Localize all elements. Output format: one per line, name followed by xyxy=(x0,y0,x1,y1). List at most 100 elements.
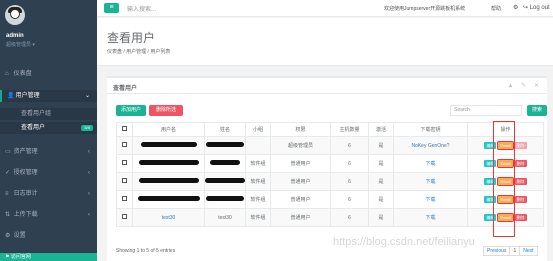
select-all-checkbox-cell[interactable] xyxy=(116,122,133,137)
delete-button[interactable]: 删除 xyxy=(514,214,527,221)
shield-icon: ✓ xyxy=(5,170,11,176)
delete-selected-button[interactable]: 删除所选 xyxy=(149,105,183,116)
sidebar-item-user-management[interactable]: 👤 用户管理 ⌄ xyxy=(0,90,97,102)
logout-link[interactable]: ↪ Log out xyxy=(523,4,550,11)
download-key-link[interactable]: NoKey GenOne? xyxy=(411,143,449,149)
avatar[interactable] xyxy=(5,5,25,25)
panel-tools-icons[interactable]: ▲ ✎ ✕ xyxy=(508,82,542,89)
table-search-input[interactable]: Search xyxy=(450,105,522,116)
redacted-name xyxy=(205,178,245,183)
page-1-button[interactable]: 1 xyxy=(510,247,521,255)
sidebar-item-audit[interactable]: ≡ 日志审计 ‹ xyxy=(0,188,97,200)
name-cell xyxy=(204,136,246,155)
user-role[interactable]: 超级管理员 ▾ xyxy=(6,41,35,48)
chevron-left-icon: ‹ xyxy=(88,191,90,197)
active-cell: 是 xyxy=(368,136,394,155)
row-checkbox[interactable] xyxy=(122,160,127,165)
sidebar-item-dashboard[interactable]: ⌂ 仪表盘 xyxy=(0,68,97,80)
role-cell: 普通用户 xyxy=(270,172,331,191)
sidebar-item-label: 用户管理 xyxy=(15,93,40,99)
download-key-link[interactable]: 下载 xyxy=(425,197,435,203)
download-key-link[interactable]: 下载 xyxy=(425,161,435,167)
col-group: 小组 xyxy=(245,122,271,137)
row-checkbox-cell[interactable] xyxy=(116,190,133,209)
group-cell xyxy=(245,136,271,155)
sidebar-subitem-label: 查看用户 xyxy=(21,125,46,131)
delete-button[interactable]: 删除 xyxy=(514,160,527,167)
sidebar: admin 超级管理员 ▾ ⌂ 仪表盘 👤 用户管理 ⌄ 查看用户组 查看用户 … xyxy=(0,0,97,261)
sidebar-subitem-users[interactable]: 查看用户 5/5 xyxy=(0,122,97,134)
desktop-icon: ▭ xyxy=(5,149,11,155)
sidebar-item-upload-download[interactable]: ⇅ 上传下载 ‹ xyxy=(0,209,97,221)
delete-button[interactable]: 删除 xyxy=(514,142,527,149)
download-key-link[interactable]: 下载 xyxy=(425,215,435,221)
help-link[interactable]: 帮助 xyxy=(491,5,501,12)
group-cell: 软件组 xyxy=(245,172,271,191)
search-button[interactable]: 搜索 xyxy=(527,105,547,116)
redacted-name xyxy=(206,142,244,147)
active-cell: 是 xyxy=(368,154,394,173)
group-cell: 软件组 xyxy=(245,208,271,227)
row-checkbox[interactable] xyxy=(122,214,127,219)
host-count-cell: 6 xyxy=(330,208,369,227)
redacted-username xyxy=(137,196,200,201)
group-cell: 软件组 xyxy=(245,190,271,209)
active-cell: 是 xyxy=(368,190,394,209)
sidebar-item-official-site[interactable]: ⚑ 访问官网 xyxy=(0,253,97,261)
row-checkbox-cell[interactable] xyxy=(116,172,133,191)
chevron-left-icon: ‹ xyxy=(88,212,90,218)
sidebar-item-permissions[interactable]: ✓ 授权管理 ‹ xyxy=(0,167,97,179)
download-key-link[interactable]: 下载 xyxy=(425,179,435,185)
gear-icon[interactable]: ⚙ xyxy=(513,4,518,11)
sidebar-item-label: 上传下载 xyxy=(13,212,38,218)
gear-icon: ⚙ xyxy=(5,233,11,239)
add-user-button[interactable]: 添加用户 xyxy=(116,105,146,116)
user-name[interactable]: admin xyxy=(6,33,24,39)
sidebar-item-label: 仪表盘 xyxy=(13,71,32,77)
redacted-username xyxy=(138,178,199,183)
row-checkbox-cell[interactable] xyxy=(116,208,133,227)
delete-button[interactable]: 删除 xyxy=(514,196,527,203)
row-checkbox[interactable] xyxy=(122,196,127,201)
email-column-highlight xyxy=(493,121,515,237)
page-header: 查看用户 仪表盘 / 用户管理 / 用户列表 xyxy=(97,18,553,66)
top-search-input[interactable]: 输入搜索... xyxy=(127,4,156,13)
sidebar-item-assets[interactable]: ▭ 资产管理 ‹ xyxy=(0,146,97,158)
sidebar-item-label: 访问官网 xyxy=(10,254,31,260)
table-row: test30 test30 软件组 普通用户 6 是下载 编辑 Email 删除 xyxy=(116,208,544,227)
name-cell: test30 xyxy=(204,208,246,227)
sidebar-item-label: 资产管理 xyxy=(13,149,38,155)
menu-toggle-button[interactable]: ≡ xyxy=(104,3,119,13)
row-checkbox[interactable] xyxy=(122,178,127,183)
next-page-button[interactable]: Next xyxy=(520,247,536,255)
row-checkbox-cell[interactable] xyxy=(116,136,133,155)
redacted-username xyxy=(138,160,199,165)
watermark: https://blog.csdn.net/feilianyu xyxy=(333,236,475,248)
host-count-cell: 6 xyxy=(330,136,369,155)
previous-page-button[interactable]: Previous xyxy=(484,247,511,255)
sidebar-item-settings[interactable]: ⚙ 设置 xyxy=(0,230,97,242)
col-name: 姓名 xyxy=(204,122,246,137)
username-link[interactable]: test30 xyxy=(162,215,176,221)
upload-icon: ⇅ xyxy=(5,212,11,218)
redacted-name xyxy=(210,160,240,165)
breadcrumb[interactable]: 仪表盘 / 用户管理 / 用户列表 xyxy=(107,48,170,55)
row-checkbox[interactable] xyxy=(122,142,127,147)
table-row: 软件组 普通用户 6 是下载 编辑 Email 删除 xyxy=(116,154,544,173)
table-row: 超级管理员 6 是 NoKey GenOne? 编辑 Email 删除 xyxy=(116,136,544,155)
row-checkbox-cell[interactable] xyxy=(116,154,133,173)
active-cell: 是 xyxy=(368,208,394,227)
select-all-checkbox[interactable] xyxy=(122,126,127,131)
delete-button[interactable]: 删除 xyxy=(514,178,527,185)
download-key-cell: 下载 xyxy=(393,154,468,173)
download-key-cell: 下载 xyxy=(393,208,468,227)
active-cell: 是 xyxy=(368,172,394,191)
sidebar-item-label: 设置 xyxy=(13,233,26,239)
top-navbar: ≡ 输入搜索... 欢迎使用Jumpserver开源跳板机系统 帮助 ⚙ ↪ L… xyxy=(97,0,553,17)
host-count-cell: 6 xyxy=(330,154,369,173)
user-count-badge: 5/5 xyxy=(81,125,93,131)
name-cell-text: test30 xyxy=(218,214,232,221)
sidebar-subitem-user-groups[interactable]: 查看用户组 xyxy=(0,108,97,120)
log-icon: ≡ xyxy=(5,191,9,197)
pagination: Previous 1 Next xyxy=(483,246,538,256)
